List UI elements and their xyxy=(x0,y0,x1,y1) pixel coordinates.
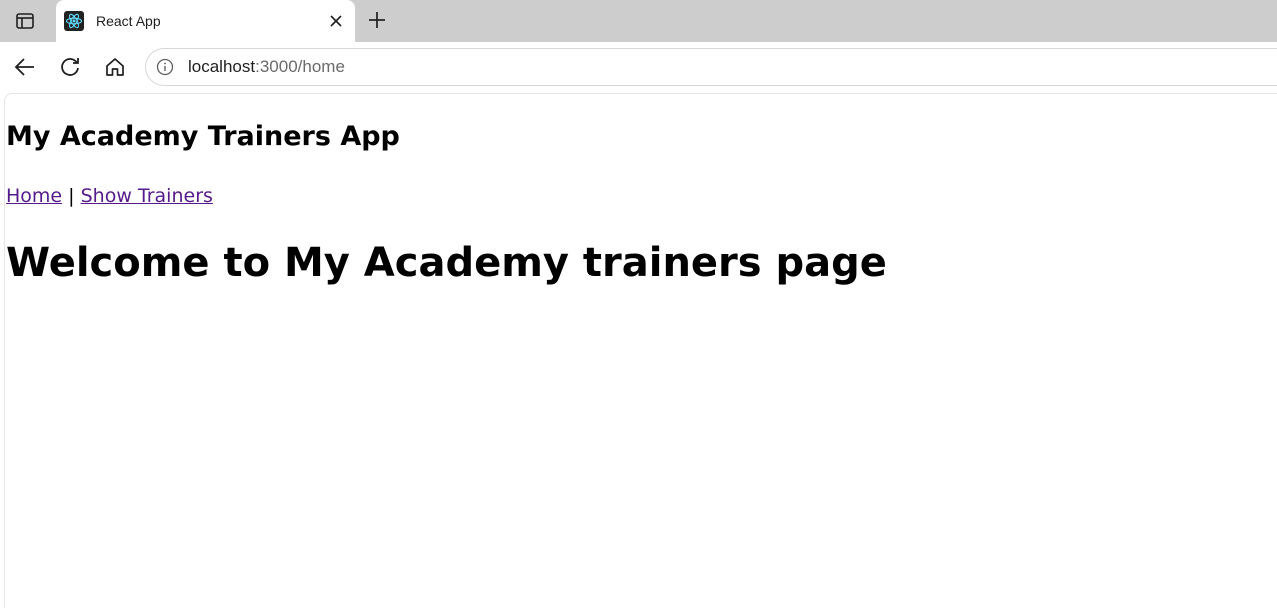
reload-icon xyxy=(61,58,79,76)
info-icon xyxy=(156,58,174,76)
home-button[interactable] xyxy=(100,52,130,82)
back-button[interactable] xyxy=(10,52,40,82)
home-link[interactable]: Home xyxy=(6,185,62,207)
reload-button[interactable] xyxy=(55,52,85,82)
address-url: localhost:3000/home xyxy=(188,57,345,77)
plus-icon xyxy=(369,12,385,28)
page-content: My Academy Trainers App Home | Show Trai… xyxy=(4,93,1277,608)
react-logo-icon xyxy=(64,11,84,31)
address-bar[interactable]: localhost:3000/home xyxy=(145,48,1277,86)
show-trainers-link[interactable]: Show Trainers xyxy=(81,185,213,207)
tab-title: React App xyxy=(96,13,161,29)
home-icon xyxy=(106,58,124,76)
welcome-heading: Welcome to My Academy trainers page xyxy=(6,240,887,286)
close-icon xyxy=(330,15,342,27)
site-info-button[interactable] xyxy=(152,54,178,80)
back-arrow-icon xyxy=(14,58,34,76)
browser-toolbar: localhost:3000/home xyxy=(0,42,1277,92)
url-path: :3000/home xyxy=(255,57,345,76)
url-host: localhost xyxy=(188,57,256,76)
tab-close-button[interactable] xyxy=(321,6,351,36)
app-title: My Academy Trainers App xyxy=(6,121,400,152)
tab-react-app[interactable]: React App xyxy=(56,0,355,42)
browser-window: React App localhost:3000/home My Academy… xyxy=(0,0,1277,608)
tab-strip: React App xyxy=(0,0,1277,42)
tab-actions-button[interactable] xyxy=(0,0,50,42)
new-tab-button[interactable] xyxy=(362,5,392,35)
page-nav: Home | Show Trainers xyxy=(6,185,213,207)
nav-separator: | xyxy=(68,185,75,207)
sidebar-toggle-icon xyxy=(16,13,34,29)
